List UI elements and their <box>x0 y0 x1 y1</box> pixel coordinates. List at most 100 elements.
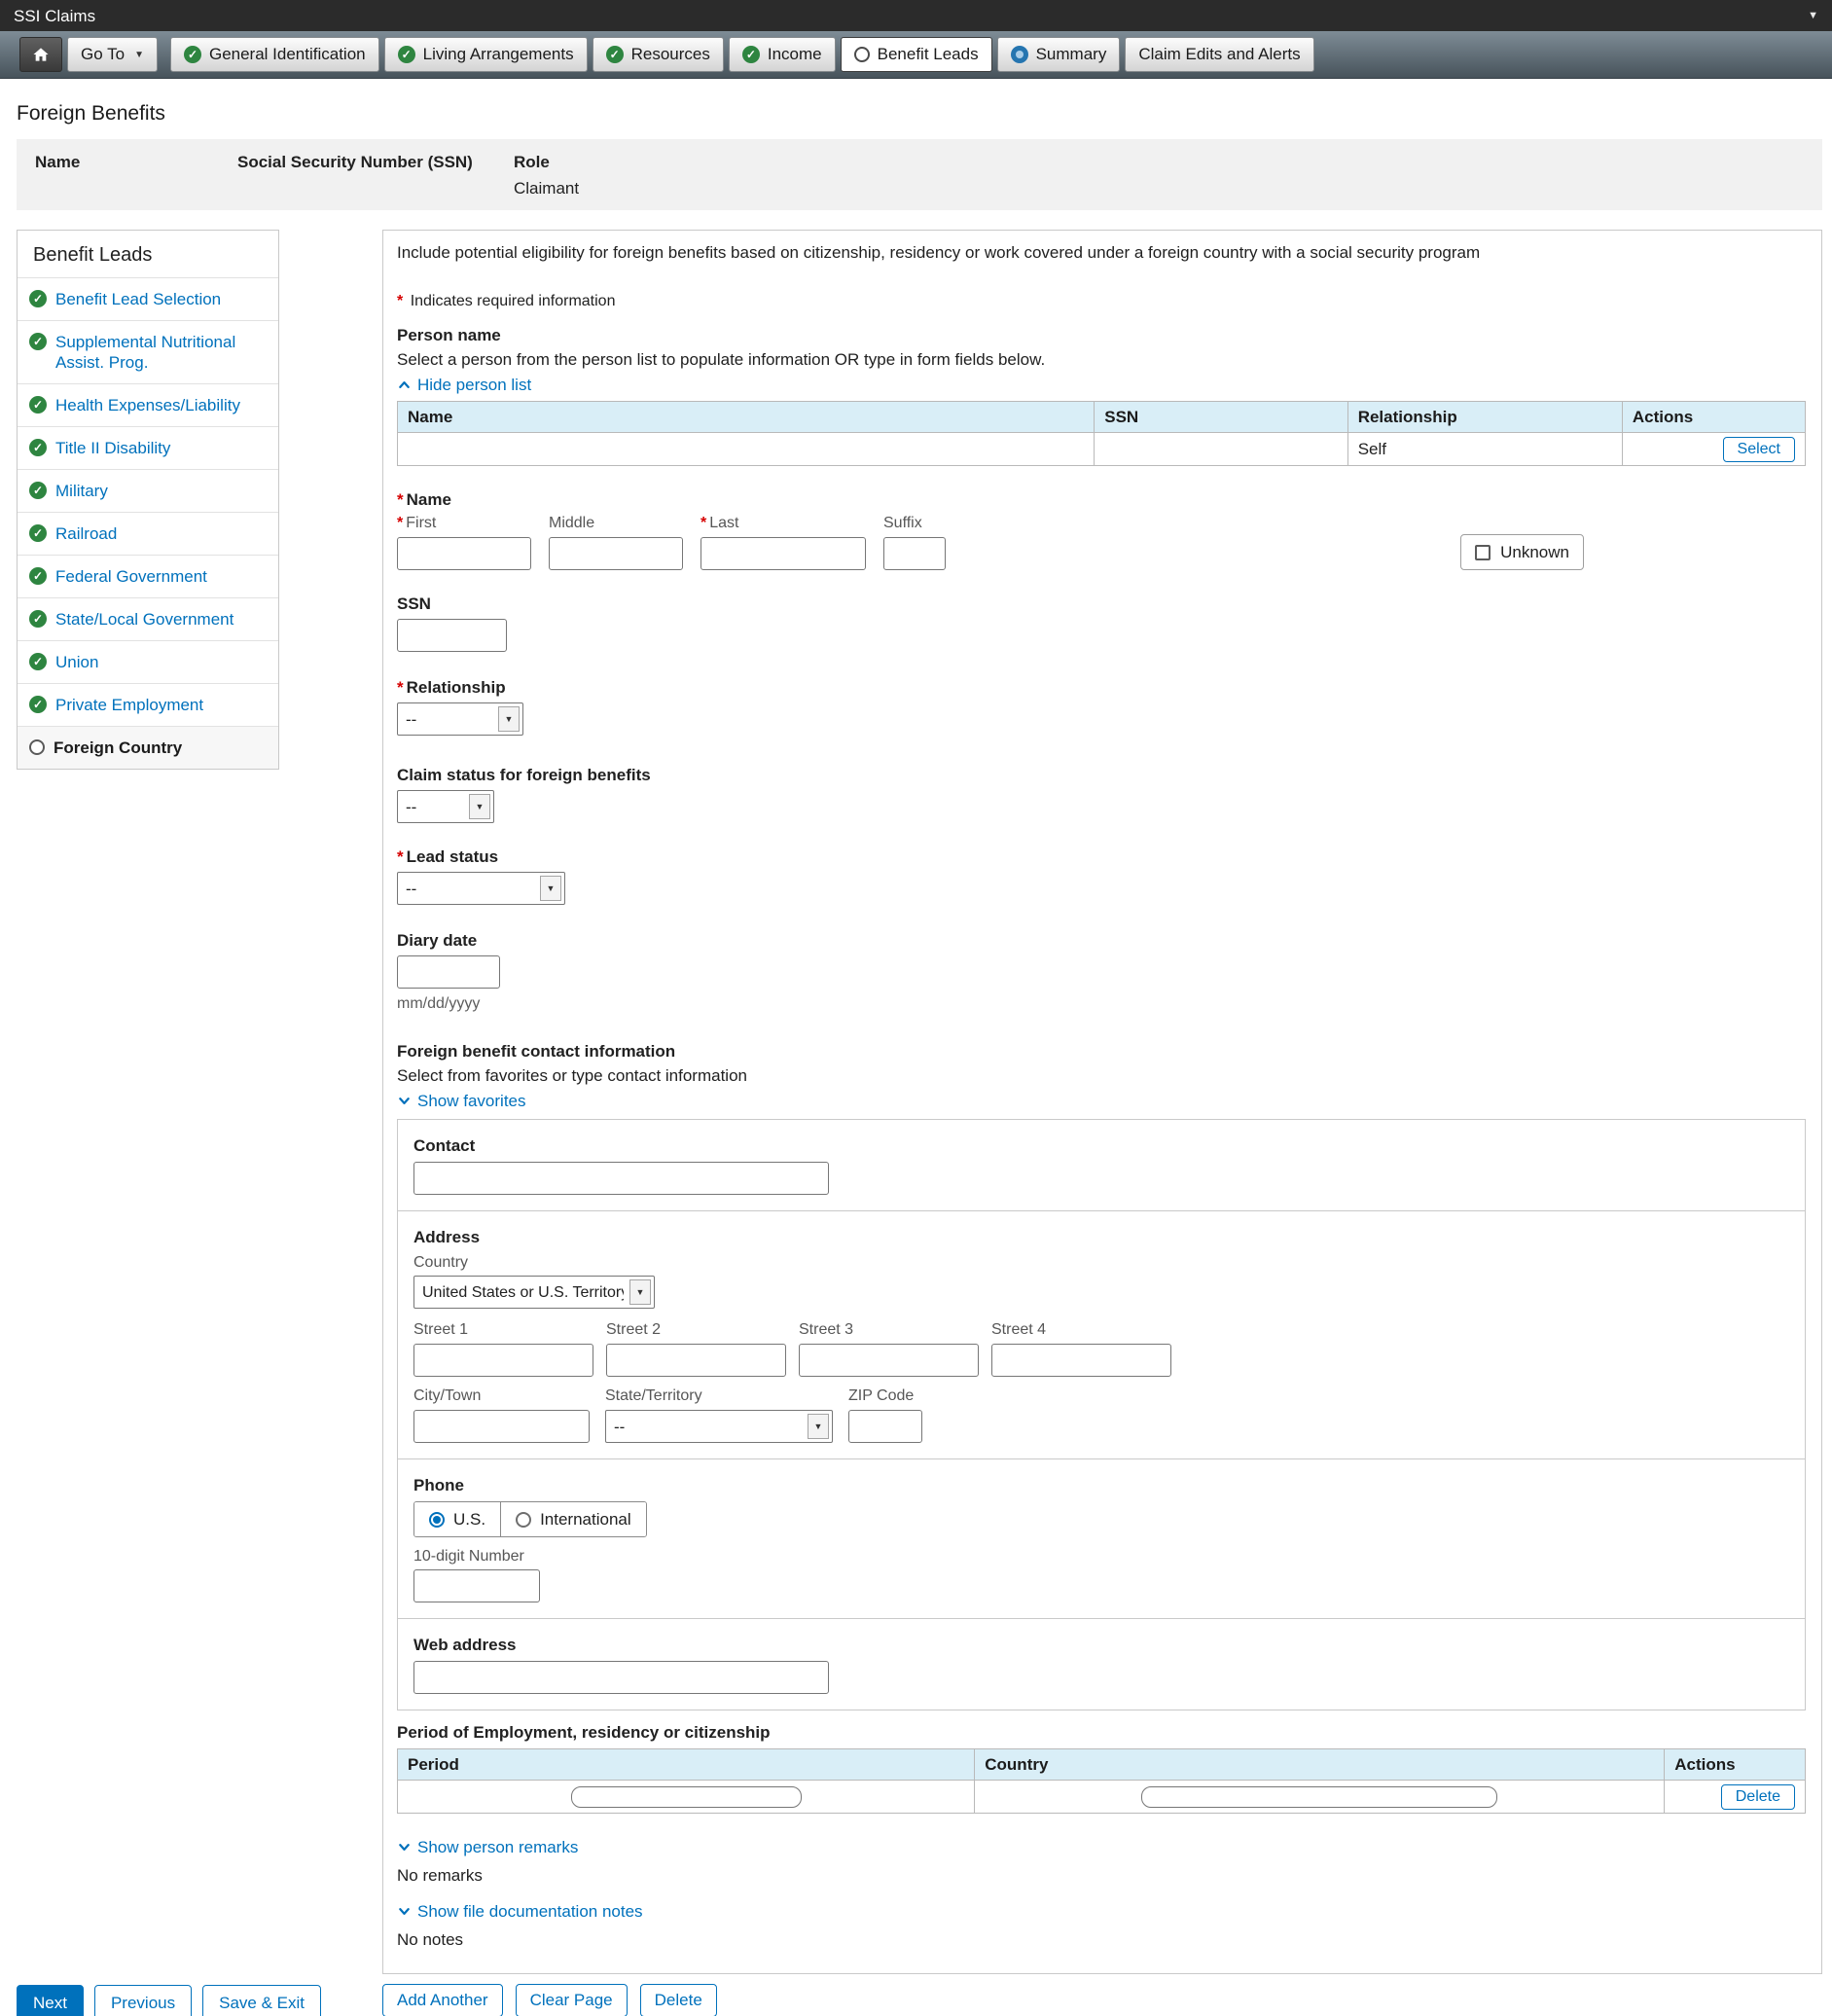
street3-input[interactable] <box>799 1344 979 1377</box>
country-select[interactable]: United States or U.S. Territory ▼ <box>413 1276 655 1309</box>
contact-info-box: Contact Address Country United States or… <box>397 1119 1806 1710</box>
tab-benefit-leads[interactable]: Benefit Leads <box>841 37 992 72</box>
ssn-heading: SSN <box>397 594 1806 614</box>
tab-living-arrangements[interactable]: ✓ Living Arrangements <box>384 37 588 72</box>
titlebar-caret-down-icon[interactable]: ▼ <box>1808 6 1818 26</box>
show-person-remarks-link[interactable]: Show person remarks <box>397 1837 578 1857</box>
city-input[interactable] <box>413 1410 590 1443</box>
sidebar-item-state-local-government[interactable]: ✓ State/Local Government <box>18 597 278 640</box>
relationship-heading: *Relationship <box>397 677 1806 698</box>
tab-general-identification[interactable]: ✓ General Identification <box>170 37 379 72</box>
diary-date-input[interactable] <box>397 955 500 989</box>
tab-claim-edits-and-alerts[interactable]: Claim Edits and Alerts <box>1125 37 1313 72</box>
relationship-select[interactable]: -- ▼ <box>397 702 523 736</box>
sidebar-item-title-ii-disability[interactable]: ✓ Title II Disability <box>18 426 278 469</box>
tab-label: Summary <box>1036 45 1107 64</box>
period-input[interactable] <box>571 1786 802 1808</box>
goto-label: Go To <box>81 45 125 64</box>
tab-summary[interactable]: Summary <box>997 37 1121 72</box>
sidebar-item-benefit-lead-selection[interactable]: ✓ Benefit Lead Selection <box>18 277 278 320</box>
tab-resources[interactable]: ✓ Resources <box>593 37 724 72</box>
phone-heading: Phone <box>413 1475 1789 1495</box>
next-button[interactable]: Next <box>17 1985 84 2016</box>
diary-date-heading: Diary date <box>397 930 1806 951</box>
select-arrow-icon: ▼ <box>629 1279 651 1305</box>
zip-input[interactable] <box>848 1410 922 1443</box>
period-country-input[interactable] <box>1141 1786 1497 1808</box>
sidebar-item-private-employment[interactable]: ✓ Private Employment <box>18 683 278 726</box>
state-select[interactable]: -- ▼ <box>605 1410 833 1443</box>
person-row-ssn <box>1095 433 1347 466</box>
col-header-relationship: Relationship <box>1347 402 1622 433</box>
show-favorites-link[interactable]: Show favorites <box>397 1091 526 1111</box>
unknown-checkbox[interactable] <box>1475 545 1491 560</box>
web-address-input[interactable] <box>413 1661 829 1694</box>
goto-menu-button[interactable]: Go To ▼ <box>67 37 158 72</box>
previous-button[interactable]: Previous <box>94 1985 192 2016</box>
radio-unselected-icon[interactable] <box>516 1512 531 1528</box>
phone-type-international-option[interactable]: International <box>500 1502 646 1536</box>
sidebar-item-health-expenses[interactable]: ✓ Health Expenses/Liability <box>18 383 278 426</box>
status-complete-icon: ✓ <box>29 333 47 350</box>
save-and-exit-button[interactable]: Save & Exit <box>202 1985 321 2016</box>
last-name-input[interactable] <box>700 537 866 570</box>
sidebar-item-military[interactable]: ✓ Military <box>18 469 278 512</box>
no-notes-text: No notes <box>397 1929 1806 1950</box>
unknown-label: Unknown <box>1500 542 1569 562</box>
person-role-value: Claimant <box>514 178 579 198</box>
select-arrow-icon: ▼ <box>469 794 490 819</box>
sidebar-item-union[interactable]: ✓ Union <box>18 640 278 683</box>
no-remarks-text: No remarks <box>397 1865 1806 1886</box>
contact-section: Contact <box>398 1120 1805 1210</box>
sidebar-item-snap[interactable]: ✓ Supplemental Nutritional Assist. Prog. <box>18 320 278 383</box>
tab-income[interactable]: ✓ Income <box>729 37 836 72</box>
ssn-input[interactable] <box>397 619 507 652</box>
person-name-heading: Person name <box>397 325 1806 345</box>
status-complete-icon: ✓ <box>29 524 47 542</box>
claim-status-select[interactable]: -- ▼ <box>397 790 494 823</box>
hide-person-list-link[interactable]: Hide person list <box>397 375 531 395</box>
col-header-actions: Actions <box>1622 402 1805 433</box>
sidebar-item-foreign-country[interactable]: Foreign Country <box>18 726 278 769</box>
phone-number-input[interactable] <box>413 1569 540 1602</box>
status-complete-icon: ✓ <box>29 439 47 456</box>
person-row-name <box>398 433 1095 466</box>
app-title: SSI Claims <box>14 6 95 26</box>
select-arrow-icon: ▼ <box>498 706 520 732</box>
contact-info-heading: Foreign benefit contact information <box>397 1041 1806 1062</box>
select-arrow-icon: ▼ <box>808 1414 829 1439</box>
suffix-input[interactable] <box>883 537 946 570</box>
sidebar-item-federal-government[interactable]: ✓ Federal Government <box>18 555 278 597</box>
claim-status-select-value: -- <box>406 797 416 817</box>
radio-selected-icon[interactable] <box>429 1512 445 1528</box>
phone-type-us-option[interactable]: U.S. <box>414 1502 500 1536</box>
status-complete-icon: ✓ <box>184 46 201 63</box>
chevron-up-icon <box>397 378 412 392</box>
street4-input[interactable] <box>991 1344 1171 1377</box>
street1-input[interactable] <box>413 1344 593 1377</box>
sidebar-item-railroad[interactable]: ✓ Railroad <box>18 512 278 555</box>
link-label: Show file documentation notes <box>417 1901 643 1922</box>
delete-period-button[interactable]: Delete <box>1721 1784 1795 1810</box>
unknown-checkbox-group[interactable]: Unknown <box>1460 534 1584 570</box>
web-address-section: Web address <box>398 1618 1805 1710</box>
country-label: Country <box>413 1253 1789 1273</box>
first-name-input[interactable] <box>397 537 531 570</box>
street1-label: Street 1 <box>413 1320 593 1340</box>
phone-us-label: U.S. <box>453 1509 485 1530</box>
status-complete-icon: ✓ <box>29 567 47 585</box>
lead-status-select[interactable]: -- ▼ <box>397 872 565 905</box>
middle-name-input[interactable] <box>549 537 683 570</box>
add-another-button[interactable]: Add Another <box>382 1984 503 2016</box>
status-complete-icon: ✓ <box>29 610 47 628</box>
middle-name-label: Middle <box>549 514 683 533</box>
show-file-documentation-notes-link[interactable]: Show file documentation notes <box>397 1901 643 1922</box>
home-icon <box>33 47 49 62</box>
delete-button[interactable]: Delete <box>640 1984 717 2016</box>
status-complete-icon: ✓ <box>29 396 47 414</box>
select-person-button[interactable]: Select <box>1723 437 1795 462</box>
clear-page-button[interactable]: Clear Page <box>516 1984 628 2016</box>
contact-input[interactable] <box>413 1162 829 1195</box>
street2-input[interactable] <box>606 1344 786 1377</box>
home-button[interactable] <box>19 37 62 72</box>
